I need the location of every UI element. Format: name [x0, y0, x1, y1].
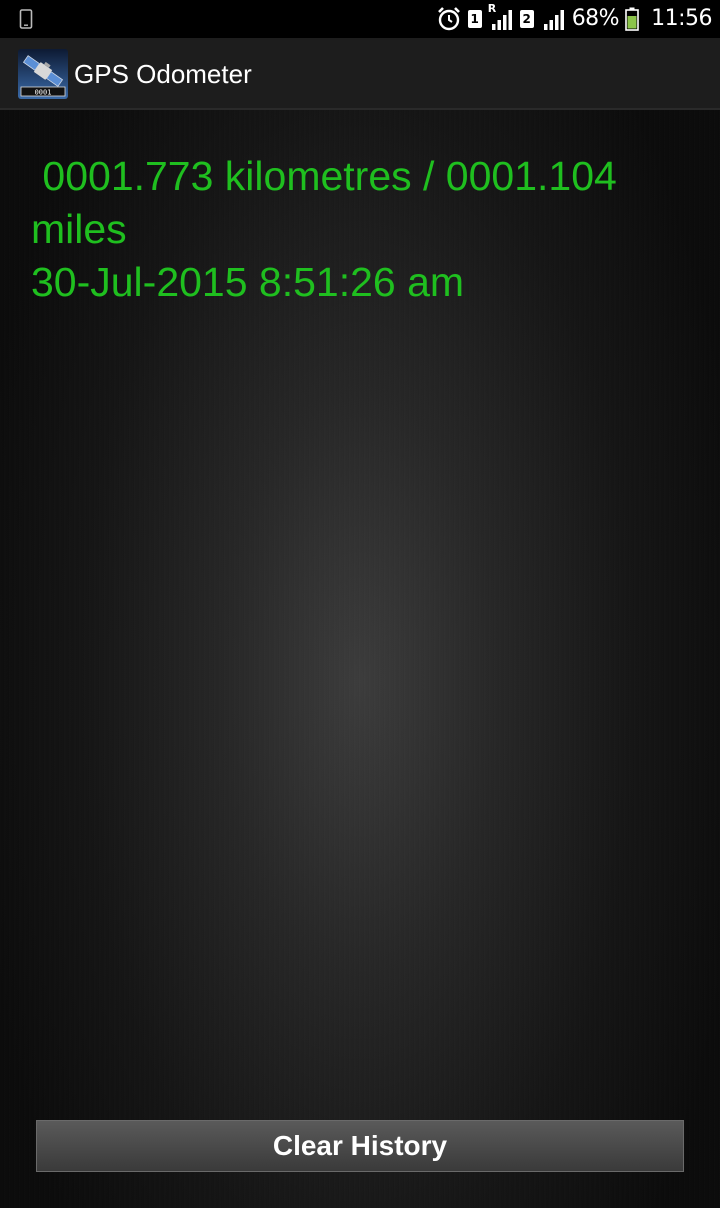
clear-history-button[interactable]: Clear History	[36, 1120, 684, 1172]
action-bar: 0001 GPS Odometer	[0, 38, 720, 110]
main-content: 0001.773 kilometres / 0001.104 miles 30-…	[0, 110, 720, 1208]
status-bar: 1 R 2 68% 11:56	[0, 0, 720, 38]
app-title: GPS Odometer	[74, 59, 252, 89]
signal1: R	[488, 2, 514, 32]
clock: 11:56	[651, 6, 712, 31]
screen: 1 R 2 68% 11:56 0001 GPS Odometer 0001.7…	[0, 0, 720, 1208]
odometer-history-text: 0001.773 kilometres / 0001.104 miles 30-…	[31, 153, 617, 305]
battery-percent: 68%	[571, 6, 620, 31]
battery-icon	[625, 7, 639, 31]
satellite-app-icon: 0001	[18, 49, 68, 99]
sim2-badge: 2	[519, 10, 534, 28]
signal-icon	[491, 10, 512, 30]
svg-text:0001: 0001	[35, 89, 52, 97]
sim1-badge: 1	[467, 10, 482, 28]
alarm-icon	[437, 7, 460, 31]
signal-icon	[543, 10, 564, 30]
phone-icon	[19, 9, 33, 29]
status-icons: 1 R 2 68% 11:56	[436, 0, 712, 38]
